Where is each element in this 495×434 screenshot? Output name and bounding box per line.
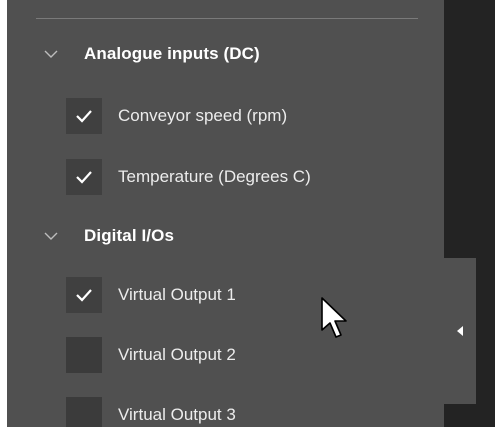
item-label: Virtual Output 1 [118, 285, 236, 304]
left-edge [0, 0, 7, 434]
checkmark-icon [76, 289, 92, 302]
list-item-virtual-output-2[interactable]: Virtual Output 2 [66, 337, 236, 373]
group-header-digital-ios[interactable]: Digital I/Os [40, 221, 174, 251]
item-label: Virtual Output 3 [118, 405, 236, 424]
app-window: Analogue inputs (DC) Conveyor speed (rpm… [0, 0, 495, 434]
group-label: Digital I/Os [84, 226, 174, 245]
checkmark-icon [76, 110, 92, 123]
checkbox-temperature[interactable] [66, 159, 102, 195]
group-header-analogue-inputs[interactable]: Analogue inputs (DC) [40, 39, 260, 69]
list-item-temperature[interactable]: Temperature (Degrees C) [66, 159, 311, 195]
bottom-edge [0, 427, 495, 434]
checkmark-icon [76, 171, 92, 184]
caret-left-icon [457, 326, 463, 336]
item-label: Virtual Output 2 [118, 345, 236, 364]
checkbox-conveyor-speed[interactable] [66, 98, 102, 134]
list-item-conveyor-speed[interactable]: Conveyor speed (rpm) [66, 98, 287, 134]
item-label: Conveyor speed (rpm) [118, 106, 288, 125]
checkbox-virtual-output-2[interactable] [66, 337, 102, 373]
chevron-down-icon [44, 232, 58, 240]
item-label: Temperature (Degrees C) [118, 167, 311, 186]
collapse-panel-tab[interactable] [444, 258, 476, 404]
group-label: Analogue inputs (DC) [84, 44, 260, 63]
chevron-down-icon [44, 50, 58, 58]
list-item-virtual-output-1[interactable]: Virtual Output 1 [66, 277, 236, 313]
checkbox-virtual-output-1[interactable] [66, 277, 102, 313]
divider [36, 18, 418, 19]
